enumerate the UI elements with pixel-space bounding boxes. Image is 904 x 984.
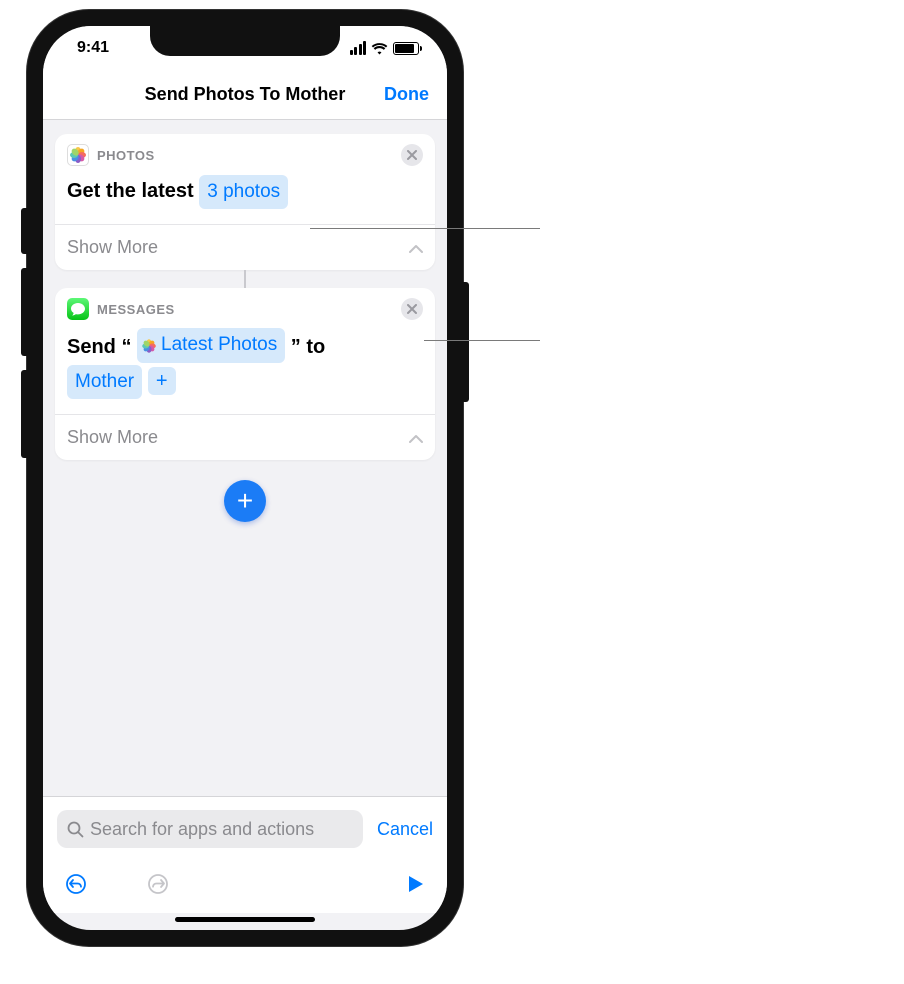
remove-action-button[interactable] — [401, 298, 423, 320]
card-header: MESSAGES — [55, 288, 435, 324]
bottom-toolbar — [43, 861, 447, 913]
cancel-button[interactable]: Cancel — [377, 819, 433, 840]
notch — [150, 26, 340, 56]
screen: 9:41 Send Photos To Mother Done — [43, 26, 447, 930]
action-body: Get the latest 3 photos — [55, 170, 435, 224]
photos-app-icon — [67, 144, 89, 166]
photos-variable-icon — [142, 339, 156, 353]
show-more-row[interactable]: Show More — [55, 414, 435, 460]
quote-open: “ — [121, 337, 131, 359]
show-more-label: Show More — [67, 237, 158, 258]
card-app-label: PHOTOS — [97, 148, 155, 163]
battery-icon — [393, 42, 419, 55]
wifi-icon — [371, 42, 388, 54]
action-body: Send “ Latest Photos ” to Mother — [55, 324, 435, 414]
messages-app-icon — [67, 298, 89, 320]
action-card-photos[interactable]: PHOTOS Get the latest 3 photos Show More — [55, 134, 435, 270]
search-bar-row: Search for apps and actions Cancel — [43, 796, 447, 861]
phone-frame: 9:41 Send Photos To Mother Done — [27, 10, 463, 946]
remove-action-button[interactable] — [401, 144, 423, 166]
add-action-button[interactable]: + — [224, 480, 266, 522]
variable-label: Latest Photos — [161, 330, 277, 360]
action-text: Get the latest — [67, 180, 194, 202]
add-recipient-button[interactable]: + — [148, 367, 176, 395]
shortcut-editor: PHOTOS Get the latest 3 photos Show More — [43, 120, 447, 796]
action-card-messages[interactable]: MESSAGES Send “ — [55, 288, 435, 460]
run-button[interactable] — [407, 874, 425, 900]
redo-button[interactable] — [147, 873, 169, 901]
callout-line-2 — [424, 340, 540, 341]
undo-button[interactable] — [65, 873, 87, 901]
latest-photos-variable[interactable]: Latest Photos — [137, 328, 285, 362]
done-button[interactable]: Done — [384, 84, 429, 105]
show-more-label: Show More — [67, 427, 158, 448]
nav-bar: Send Photos To Mother Done — [43, 70, 447, 120]
home-indicator[interactable] — [175, 917, 315, 922]
search-placeholder: Search for apps and actions — [90, 819, 314, 840]
quote-close: ” — [291, 337, 301, 359]
show-more-row[interactable]: Show More — [55, 224, 435, 270]
recipient-token[interactable]: Mother — [67, 365, 142, 399]
chevron-up-icon — [409, 427, 423, 448]
card-app-label: MESSAGES — [97, 302, 175, 317]
page-title: Send Photos To Mother — [145, 84, 346, 105]
status-right — [350, 41, 420, 55]
send-label: Send — [67, 337, 116, 359]
cellular-icon — [350, 41, 367, 55]
action-connector — [244, 270, 247, 288]
photo-count-token[interactable]: 3 photos — [199, 175, 288, 209]
callout-line-1 — [310, 228, 540, 229]
card-header: PHOTOS — [55, 134, 435, 170]
search-icon — [67, 821, 84, 838]
to-label: to — [306, 337, 325, 359]
status-time: 9:41 — [77, 39, 109, 57]
search-input[interactable]: Search for apps and actions — [57, 810, 363, 848]
chevron-up-icon — [409, 237, 423, 258]
